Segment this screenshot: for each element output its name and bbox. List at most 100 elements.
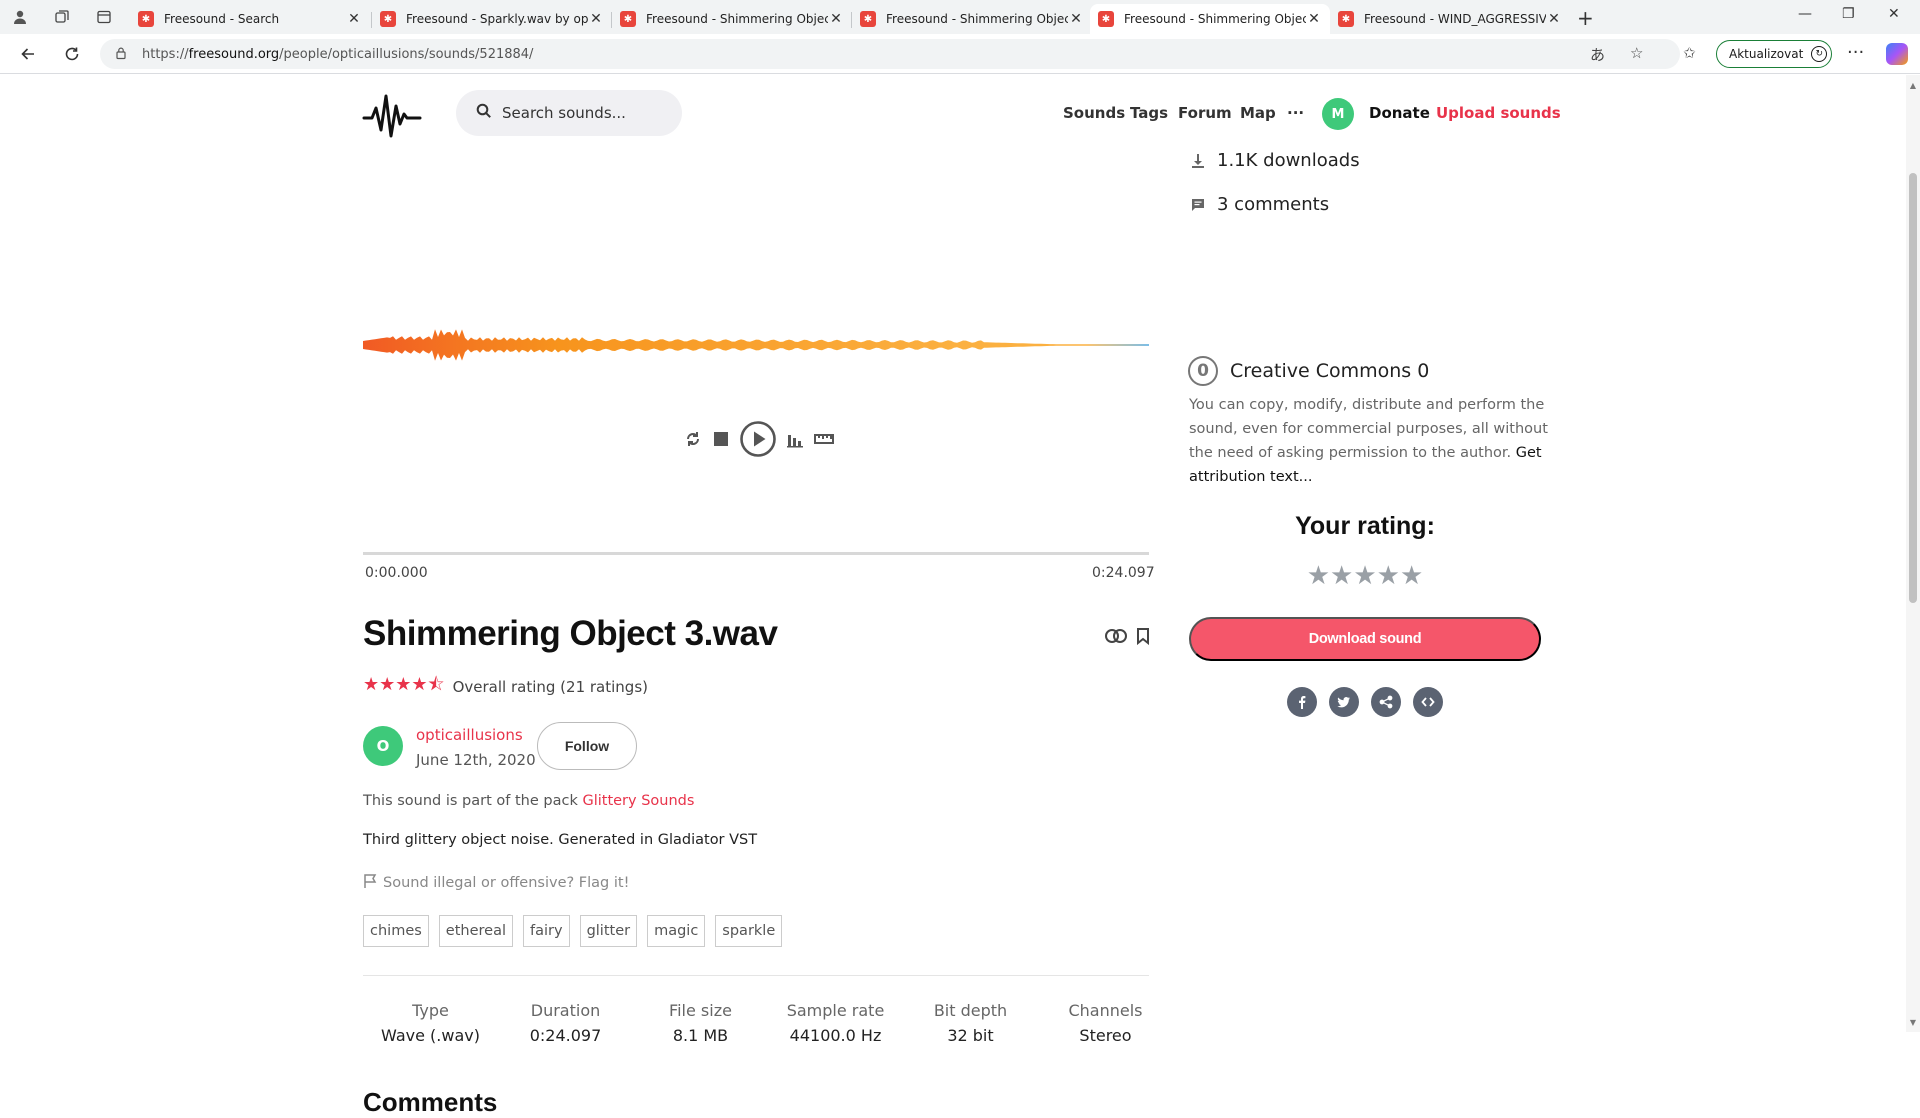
play-icon[interactable] [739, 420, 777, 458]
page-content: Search sounds... Sounds Tags Forum Map ·… [0, 75, 1920, 1117]
address-bar[interactable]: https://freesound.org/people/opticaillus… [100, 39, 1680, 69]
update-button[interactable]: Aktualizovat ↻ [1716, 40, 1832, 68]
browser-tab[interactable]: ✱ Freesound - WIND_AGGRESSIVE ✕ [1330, 4, 1570, 34]
freesound-logo[interactable] [362, 92, 424, 144]
nav-map[interactable]: Map [1240, 104, 1276, 122]
restore-icon[interactable]: ❐ [1842, 6, 1855, 22]
update-icon: ↻ [1811, 46, 1828, 62]
rate-stars-input[interactable]: ★★★★★ [1189, 561, 1541, 591]
ruler-icon[interactable] [813, 429, 835, 449]
close-tab-icon[interactable]: ✕ [1306, 11, 1322, 27]
page-scrollbar[interactable]: ▲ ▼ [1906, 75, 1920, 1032]
waveform[interactable] [363, 305, 1149, 385]
search-placeholder: Search sounds... [502, 104, 626, 122]
tag-chimes[interactable]: chimes [363, 915, 429, 947]
loop-icon[interactable] [683, 429, 703, 449]
time-end: 0:24.097 [1092, 565, 1155, 581]
freesound-favicon-icon: ✱ [138, 11, 154, 27]
search-input[interactable]: Search sounds... [456, 90, 682, 136]
site-info-icon[interactable] [114, 46, 128, 63]
bookmark-icon[interactable] [1136, 627, 1150, 649]
browser-tab[interactable]: ✱ Freesound - Shimmering Object.wav ✕ [612, 4, 852, 34]
freesound-favicon-icon: ✱ [860, 11, 876, 27]
spectrogram-icon[interactable] [785, 429, 805, 449]
scroll-down-icon[interactable]: ▼ [1908, 1018, 1918, 1027]
tag-fairy[interactable]: fairy [523, 915, 570, 947]
tag-list: chimes ethereal fairy glitter magic spar… [363, 915, 783, 947]
close-tab-icon[interactable]: ✕ [1546, 11, 1562, 27]
facebook-icon[interactable] [1287, 687, 1317, 717]
author-avatar[interactable]: O [363, 726, 403, 766]
reload-icon[interactable] [60, 42, 84, 66]
download-sound-button[interactable]: Download sound [1189, 617, 1541, 661]
tag-magic[interactable]: magic [647, 915, 706, 947]
close-tab-icon[interactable]: ✕ [1068, 11, 1084, 27]
rating-text: Overall rating (21 ratings) [452, 678, 648, 696]
favorites-icon[interactable]: ✩ [1683, 44, 1696, 62]
browser-tab-active[interactable]: ✱ Freesound - Shimmering Object 3.wav ✕ [1090, 4, 1330, 34]
close-tab-icon[interactable]: ✕ [588, 11, 604, 27]
comments-count[interactable]: 3 comments [1189, 194, 1329, 215]
your-rating-heading: Your rating: [1295, 512, 1435, 540]
nav-sounds[interactable]: Sounds [1063, 104, 1125, 122]
cc-zero-icon: 0 [1188, 356, 1218, 386]
new-tab-icon[interactable]: + [1577, 6, 1594, 30]
browser-toolbar: https://freesound.org/people/opticaillus… [0, 34, 1920, 74]
close-tab-icon[interactable]: ✕ [828, 11, 844, 27]
tab-actions-icon[interactable] [94, 7, 114, 27]
download-icon [1189, 153, 1207, 169]
stop-icon[interactable] [711, 429, 731, 449]
browser-tab[interactable]: ✱ Freesound - Shimmering Object 2.wav ✕ [852, 4, 1092, 34]
downloads-count[interactable]: 1.1K downloads [1189, 150, 1360, 171]
donate-link[interactable]: Donate [1369, 104, 1430, 122]
similar-sounds-icon[interactable] [1104, 628, 1128, 644]
back-icon[interactable] [16, 42, 40, 66]
pack-link[interactable]: Glittery Sounds [582, 793, 694, 809]
favorite-star-icon[interactable]: ☆ [1630, 44, 1643, 62]
close-tab-icon[interactable]: ✕ [346, 11, 362, 27]
nav-tags[interactable]: Tags [1130, 104, 1168, 122]
search-icon [476, 103, 492, 123]
upload-sounds-link[interactable]: Upload sounds [1436, 104, 1561, 122]
share-icon[interactable] [1371, 687, 1401, 717]
url-host: freesound.org [188, 46, 280, 62]
freesound-favicon-icon: ✱ [620, 11, 636, 27]
close-window-icon[interactable]: ✕ [1888, 6, 1900, 22]
browser-tab[interactable]: ✱ Freesound - Sparkly.wav by opticalillu… [372, 4, 612, 34]
license-heading[interactable]: 0 Creative Commons 0 [1188, 356, 1429, 386]
scroll-up-icon[interactable]: ▲ [1908, 81, 1918, 90]
user-avatar[interactable]: M [1322, 98, 1354, 130]
nav-forum[interactable]: Forum [1178, 104, 1232, 122]
tag-ethereal[interactable]: ethereal [438, 915, 513, 947]
translate-icon[interactable]: あ [1590, 44, 1605, 65]
flag-icon [363, 873, 377, 893]
license-description: You can copy, modify, distribute and per… [1189, 397, 1548, 485]
freesound-favicon-icon: ✱ [1338, 11, 1354, 27]
follow-button[interactable]: Follow [537, 722, 637, 770]
url-prefix: https:// [142, 46, 189, 62]
playback-progress-bar[interactable] [363, 552, 1149, 555]
minimize-icon[interactable]: — [1798, 6, 1812, 22]
share-buttons [1287, 687, 1443, 717]
embed-icon[interactable] [1413, 687, 1443, 717]
flag-link[interactable]: Sound illegal or offensive? Flag it! [363, 873, 629, 893]
twitter-icon[interactable] [1329, 687, 1359, 717]
browser-tab-bar: ✱ Freesound - Search ✕ ✱ Freesound - Spa… [0, 0, 1920, 34]
freesound-favicon-icon: ✱ [1098, 11, 1114, 27]
profile-icon[interactable] [10, 7, 30, 27]
author-link[interactable]: opticaillusions [416, 726, 523, 744]
browser-tab[interactable]: ✱ Freesound - Search ✕ [130, 4, 370, 34]
browser-menu-icon[interactable]: ··· [1847, 42, 1864, 63]
tag-sparkle[interactable]: sparkle [715, 915, 783, 947]
copilot-icon[interactable] [1886, 43, 1908, 65]
scrollbar-thumb[interactable] [1909, 173, 1917, 603]
meta-file-size: File size 8.1 MB [669, 1001, 732, 1045]
freesound-favicon-icon: ✱ [380, 11, 396, 27]
workspaces-icon[interactable] [52, 7, 72, 27]
meta-duration: Duration 0:24.097 [529, 1001, 602, 1045]
time-start: 0:00.000 [365, 565, 428, 581]
sound-title: Shimmering Object 3.wav [363, 614, 778, 653]
tag-glitter[interactable]: glitter [579, 915, 638, 947]
more-menu-icon[interactable]: ··· [1287, 104, 1304, 122]
url-path: /people/opticaillusions/sounds/521884/ [279, 46, 534, 62]
